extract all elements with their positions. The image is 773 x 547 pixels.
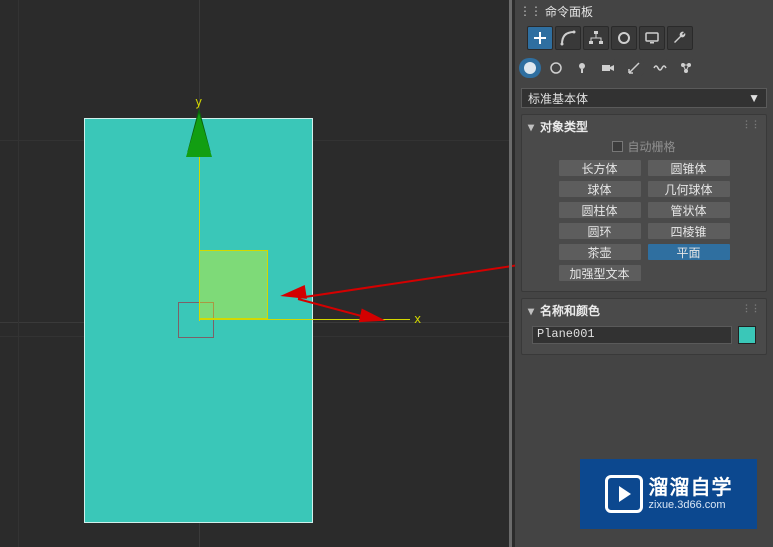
prim-box[interactable]: 长方体 [558,159,642,177]
prim-pyramid[interactable]: 四棱锥 [647,222,731,240]
shapes-icon [548,60,564,76]
rollout-name-color-title: 名称和颜色 [540,302,600,319]
prim-tube[interactable]: 管状体 [647,201,731,219]
auto-grid-row: 自动栅格 [612,138,675,155]
subtab-shapes[interactable] [545,58,567,78]
rollout-object-type: ▾ 对象类型 ⋮⋮ 自动栅格 长方体 圆锥体 球体 几何球体 圆柱体 管状体 圆… [521,114,767,292]
panel-title: 命令面板 [545,3,593,20]
prim-plane[interactable]: 平面 [647,243,731,261]
color-swatch[interactable] [738,326,756,344]
rollout-grip-icon: ⋮⋮ [742,119,760,130]
dropdown-label: 标准基本体 [528,90,588,107]
main-tab-row [515,22,773,54]
subtab-helpers[interactable] [623,58,645,78]
watermark-sub: zixue.3d66.com [649,499,733,511]
rollout-object-type-title: 对象类型 [540,118,588,135]
sphere-icon [522,60,538,76]
prim-geosphere[interactable]: 几何球体 [647,180,731,198]
subtab-lights[interactable] [571,58,593,78]
subtab-geometry[interactable] [519,58,541,78]
arc-icon [560,30,576,46]
watermark: 溜溜自学 zixue.3d66.com [580,459,757,529]
prim-cylinder[interactable]: 圆柱体 [558,201,642,219]
object-name-input[interactable]: Plane001 [532,326,732,344]
tab-create[interactable] [527,26,553,50]
tab-display[interactable] [639,26,665,50]
subtab-systems[interactable] [675,58,697,78]
display-icon [644,30,660,46]
helper-icon [626,60,642,76]
tab-motion[interactable] [611,26,637,50]
viewport-border [0,0,512,547]
camera-icon [600,60,616,76]
wave-icon [652,60,668,76]
prim-torus[interactable]: 圆环 [558,222,642,240]
rollout-name-color: ▾ 名称和颜色 ⋮⋮ Plane001 [521,298,767,355]
collapse-icon: ▾ [528,304,534,318]
prim-teapot[interactable]: 茶壶 [558,243,642,261]
systems-icon [678,60,694,76]
viewport[interactable]: y x [0,0,512,547]
tab-utilities[interactable] [667,26,693,50]
command-panel: ⋮⋮ 命令面板 [515,0,773,547]
subtab-cameras[interactable] [597,58,619,78]
prim-cone[interactable]: 圆锥体 [647,159,731,177]
plus-icon [532,30,548,46]
subtab-spacewarps[interactable] [649,58,671,78]
rollout-name-color-header[interactable]: ▾ 名称和颜色 ⋮⋮ [522,299,766,322]
watermark-main: 溜溜自学 [649,477,733,499]
hierarchy-icon [588,30,604,46]
collapse-icon: ▾ [528,120,534,134]
rollout-object-type-header[interactable]: ▾ 对象类型 ⋮⋮ [522,115,766,138]
tab-modify[interactable] [555,26,581,50]
watermark-play-icon [605,475,643,513]
wrench-icon [672,30,688,46]
rollout-grip-icon: ⋮⋮ [742,303,760,314]
command-panel-titlebar[interactable]: ⋮⋮ 命令面板 [515,0,773,22]
motion-icon [616,30,632,46]
tab-hierarchy[interactable] [583,26,609,50]
prim-textplus[interactable]: 加强型文本 [558,264,642,282]
sub-category-row [515,54,773,82]
light-icon [574,60,590,76]
auto-grid-label: 自动栅格 [627,138,675,155]
object-types-grid: 自动栅格 长方体 圆锥体 球体 几何球体 圆柱体 管状体 圆环 四棱锥 茶壶 平… [522,138,766,285]
chevron-down-icon: ▼ [748,91,760,105]
auto-grid-checkbox[interactable] [612,141,623,152]
prim-sphere[interactable]: 球体 [558,180,642,198]
primitive-category-dropdown[interactable]: 标准基本体 ▼ [521,88,767,108]
grip-icon: ⋮⋮ [519,4,545,18]
